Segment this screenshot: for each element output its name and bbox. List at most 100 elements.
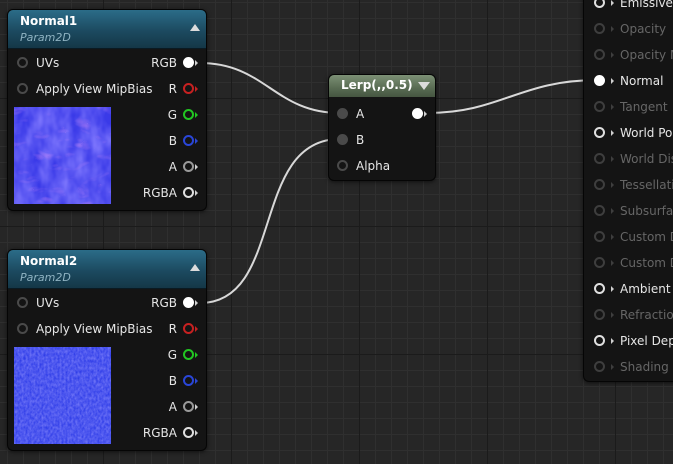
chevron-down-icon[interactable] [418, 82, 430, 90]
output-pin-g[interactable]: G [168, 345, 198, 365]
pin-icon[interactable] [17, 297, 28, 308]
output-pin-rgb[interactable]: RGB [151, 53, 198, 73]
pin-icon[interactable] [183, 187, 194, 198]
material-input-refraction[interactable]: Refraction [594, 305, 673, 325]
material-input-custom-data-1[interactable]: Custom Da [594, 253, 673, 273]
pin-icon[interactable] [183, 135, 194, 146]
pin-icon[interactable] [594, 335, 605, 346]
output-pin-result[interactable] [412, 104, 427, 124]
material-input-emissive-color[interactable]: Emissive C [594, 0, 673, 13]
input-pin-uvs[interactable]: UVs [17, 293, 59, 313]
material-input-ambient-occlusion[interactable]: Ambient Oc [594, 279, 673, 299]
output-pin-b[interactable]: B [169, 371, 198, 391]
pin-icon[interactable] [594, 75, 605, 86]
pin-icon[interactable] [594, 231, 605, 242]
pin-icon[interactable] [183, 349, 194, 360]
pin-arrow-icon [611, 207, 614, 214]
pin-icon[interactable] [17, 323, 28, 334]
node-material-result[interactable]: Emissive C Opacity Opacity Ma Normal Tan… [583, 0, 673, 382]
pin-icon[interactable] [594, 205, 605, 216]
input-pin-apply-view-mipbias[interactable]: Apply View MipBias [17, 79, 152, 99]
input-pin-a[interactable]: A [337, 104, 364, 124]
pin-icon[interactable] [183, 57, 194, 68]
pin-arrow-icon [195, 189, 198, 196]
pin-icon[interactable] [594, 153, 605, 164]
output-pin-rgb[interactable]: RGB [151, 293, 198, 313]
output-pin-rgba[interactable]: RGBA [143, 183, 198, 203]
node-title: Normal1 [20, 14, 78, 28]
input-pin-b[interactable]: B [337, 130, 364, 150]
output-pin-a[interactable]: A [169, 397, 198, 417]
pin-icon[interactable] [183, 161, 194, 172]
output-pin-b[interactable]: B [169, 131, 198, 151]
pin-icon[interactable] [594, 127, 605, 138]
pin-icon[interactable] [337, 108, 348, 119]
pin-icon[interactable] [412, 108, 423, 119]
pin-icon[interactable] [594, 283, 605, 294]
pin-icon[interactable] [183, 109, 194, 120]
material-input-world-position-offset[interactable]: World Posi [594, 123, 673, 143]
material-input-pixel-depth-offset[interactable]: Pixel Depth [594, 331, 673, 351]
pin-icon[interactable] [594, 23, 605, 34]
pin-label: B [356, 133, 365, 147]
pin-icon[interactable] [183, 297, 194, 308]
pin-arrow-icon [195, 429, 198, 436]
pin-label: Apply View MipBias [36, 322, 153, 336]
pin-icon[interactable] [594, 179, 605, 190]
wire-lerp-to-material-normal [427, 79, 599, 114]
pin-label: A [356, 107, 365, 121]
output-pin-r[interactable]: R [169, 79, 198, 99]
material-input-opacity-mask[interactable]: Opacity Ma [594, 45, 673, 65]
pin-label: Opacity Ma [620, 48, 673, 62]
node-header[interactable]: Normal1 Param2D [8, 10, 206, 49]
pin-icon[interactable] [183, 323, 194, 334]
material-input-subsurface-color[interactable]: Subsurface [594, 201, 673, 221]
pin-arrow-icon [611, 337, 614, 344]
node-subtitle: Param2D [20, 31, 71, 44]
pin-arrow-icon [611, 103, 614, 110]
pin-icon[interactable] [337, 134, 348, 145]
material-input-world-displacement[interactable]: World Disp [594, 149, 673, 169]
pin-icon[interactable] [17, 57, 28, 68]
pin-icon[interactable] [183, 401, 194, 412]
output-pin-rgba[interactable]: RGBA [143, 423, 198, 443]
output-pin-g[interactable]: G [168, 105, 198, 125]
input-pin-alpha[interactable]: Alpha [337, 156, 390, 176]
node-header[interactable]: Normal2 Param2D [8, 250, 206, 289]
pin-arrow-icon [195, 299, 198, 306]
pin-icon[interactable] [594, 257, 605, 268]
pin-icon[interactable] [594, 361, 605, 372]
pin-icon[interactable] [183, 375, 194, 386]
material-input-tangent[interactable]: Tangent [594, 97, 668, 117]
material-input-opacity[interactable]: Opacity [594, 19, 666, 39]
material-input-custom-data-0[interactable]: Custom Da [594, 227, 673, 247]
pin-label: World Posi [620, 126, 673, 140]
collapse-arrow-icon[interactable] [190, 24, 200, 31]
node-normal2[interactable]: Normal2 Param2D UVs Apply View MipBias R… [7, 249, 207, 451]
pin-icon[interactable] [594, 101, 605, 112]
output-pin-r[interactable]: R [169, 319, 198, 339]
pin-label: Emissive C [620, 0, 673, 10]
node-header[interactable]: Lerp(,,0.5) [329, 75, 435, 97]
output-pin-a[interactable]: A [169, 157, 198, 177]
material-input-tessellation-multiplier[interactable]: Tessellatio [594, 175, 673, 195]
pin-icon[interactable] [594, 0, 605, 8]
pin-arrow-icon [611, 77, 614, 84]
node-lerp[interactable]: Lerp(,,0.5) A B Alpha [328, 74, 436, 181]
pin-icon[interactable] [183, 83, 194, 94]
input-pin-uvs[interactable]: UVs [17, 53, 59, 73]
node-normal1[interactable]: Normal1 Param2D UVs Apply View MipBias R… [7, 9, 207, 211]
pin-icon[interactable] [594, 309, 605, 320]
pin-icon[interactable] [594, 49, 605, 60]
pin-icon[interactable] [17, 83, 28, 94]
material-input-shading-model[interactable]: Shading M [594, 357, 673, 377]
input-pin-apply-view-mipbias[interactable]: Apply View MipBias [17, 319, 152, 339]
pin-arrow-icon [611, 0, 614, 6]
material-input-normal[interactable]: Normal [594, 71, 663, 91]
pin-label: RGBA [142, 426, 177, 440]
collapse-arrow-icon[interactable] [190, 264, 200, 271]
pin-label: Ambient Oc [620, 282, 673, 296]
pin-icon[interactable] [337, 160, 348, 171]
pin-arrow-icon [611, 259, 614, 266]
pin-icon[interactable] [183, 427, 194, 438]
